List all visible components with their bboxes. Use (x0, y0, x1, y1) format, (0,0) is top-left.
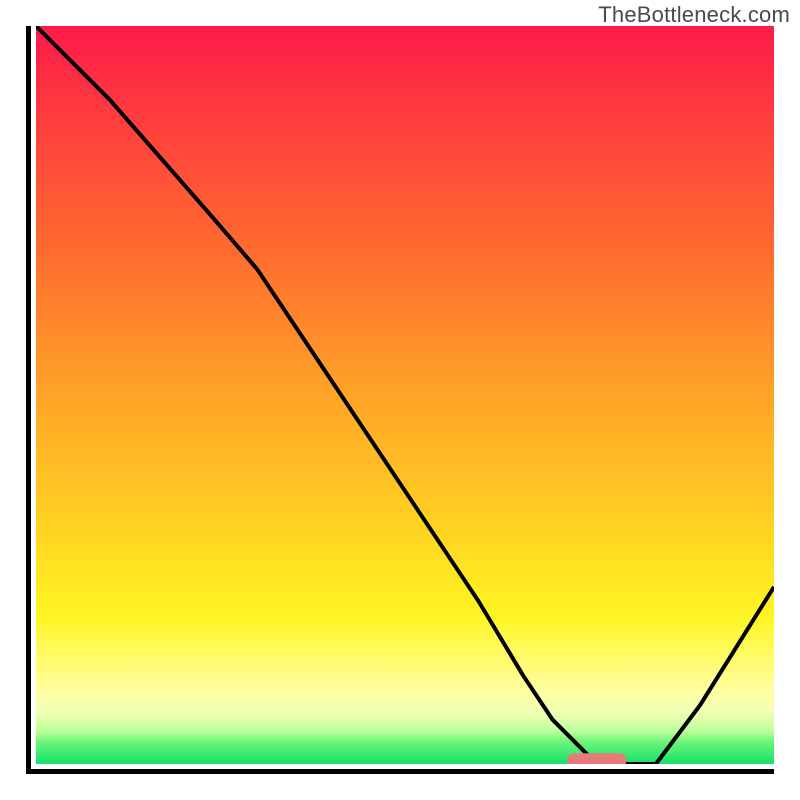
plot-axes (26, 26, 774, 774)
chart-svg (36, 26, 774, 764)
watermark-text: TheBottleneck.com (598, 2, 790, 28)
bottleneck-curve-path (36, 26, 774, 764)
bottleneck-chart: TheBottleneck.com (0, 0, 800, 800)
optimal-range-marker (567, 753, 626, 764)
